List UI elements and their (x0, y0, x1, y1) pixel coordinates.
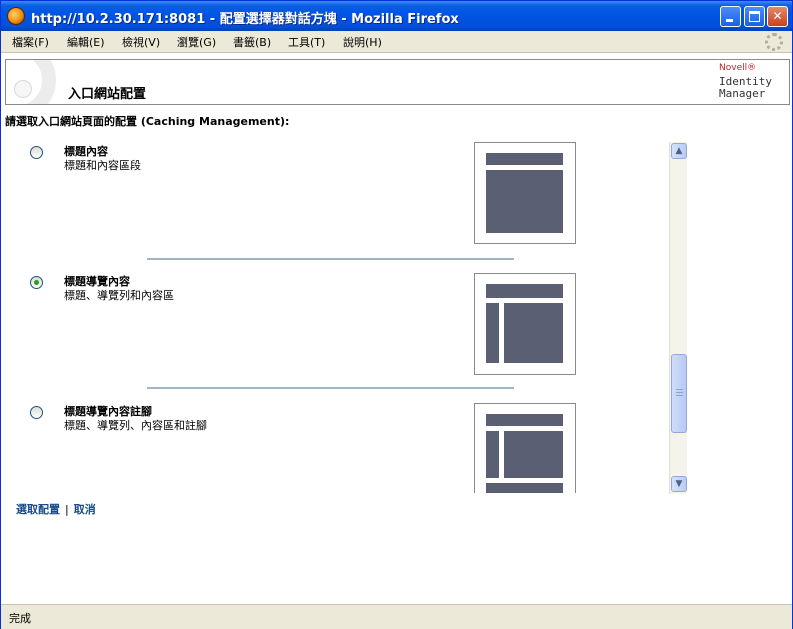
radio-selected-dot (34, 280, 39, 285)
layout-radio-header-nav-content[interactable] (30, 276, 43, 289)
close-button[interactable]: ✕ (767, 6, 788, 27)
menu-bar: 檔案(F) 編輯(E) 檢視(V) 瀏覽(G) 書籤(B) 工具(T) 說明(H… (1, 31, 792, 53)
option-description: 標題、導覽列和內容區 (64, 289, 174, 302)
status-bar: 完成 (1, 604, 792, 629)
menu-file[interactable]: 檔案(F) (12, 34, 49, 50)
grip-line (676, 395, 683, 396)
link-separator: | (65, 503, 69, 516)
preview-content-block (486, 170, 563, 233)
throbber-icon (765, 33, 783, 51)
menu-go[interactable]: 瀏覽(G) (177, 34, 216, 50)
scrollbar-thumb[interactable] (671, 354, 687, 433)
select-layout-link[interactable]: 選取配置 (16, 503, 60, 516)
chevron-up-icon: ▲ (675, 146, 683, 156)
menu-edit[interactable]: 編輯(E) (67, 34, 105, 50)
action-links: 選取配置 | 取消 (16, 501, 96, 517)
option-description: 標題、導覽列、內容區和註腳 (64, 419, 207, 432)
grip-line (676, 392, 683, 393)
preview-header-block (486, 284, 563, 298)
preview-footer-block (486, 483, 563, 493)
portal-header: 入口網站配置 Novell® Identity Manager (5, 59, 790, 105)
scroll-up-button[interactable]: ▲ (671, 143, 687, 159)
browser-window: http://10.2.30.171:8081 - 配置選擇器對話方塊 - Mo… (0, 0, 793, 629)
option-separator (147, 387, 514, 389)
minimize-button[interactable] (720, 6, 741, 27)
option-separator (147, 258, 514, 260)
layout-radio-header-content[interactable] (30, 146, 43, 159)
gear-small-icon (14, 80, 32, 98)
page-title: 入口網站配置 (68, 87, 147, 102)
preview-content-block (504, 303, 563, 363)
layout-option: 標題內容 標題和內容區段 (1, 141, 671, 256)
layout-option: 標題導覽內容註腳 標題、導覽列、內容區和註腳 (1, 401, 671, 493)
gear-watermark-icon (6, 60, 56, 104)
scroll-down-button[interactable]: ▼ (671, 476, 687, 492)
layout-radio-header-nav-content-footer[interactable] (30, 406, 43, 419)
layout-preview-header-content[interactable] (474, 142, 576, 244)
preview-content-block (504, 431, 563, 478)
option-description: 標題和內容區段 (64, 159, 141, 172)
preview-header-block (486, 153, 563, 165)
firefox-icon (7, 7, 25, 25)
preview-header-block (486, 414, 563, 426)
preview-nav-block (486, 431, 499, 478)
options-scrollbar[interactable]: ▲ ▼ (669, 142, 687, 494)
close-icon: ✕ (772, 9, 783, 23)
layout-preview-header-nav-content-footer[interactable] (474, 403, 576, 493)
menu-bookmarks[interactable]: 書籤(B) (233, 34, 271, 50)
layout-options-list: 標題內容 標題和內容區段 標題導覽內容 標題、導覽列和內容區 標題導覽內容註腳 … (1, 141, 691, 493)
window-title: http://10.2.30.171:8081 - 配置選擇器對話方塊 - Mo… (31, 12, 459, 27)
cancel-link[interactable]: 取消 (74, 503, 96, 516)
product-name-line2: Manager (719, 87, 766, 100)
menu-view[interactable]: 檢視(V) (122, 34, 160, 50)
layout-prompt: 請選取入口網站頁面的配置 (Caching Management): (5, 115, 290, 128)
maximize-button[interactable] (744, 6, 765, 27)
layout-preview-header-nav-content[interactable] (474, 273, 576, 375)
grip-line (676, 389, 683, 390)
layout-option: 標題導覽內容 標題、導覽列和內容區 (1, 271, 671, 386)
status-text: 完成 (9, 612, 31, 625)
minimize-icon (726, 19, 733, 22)
menu-tools[interactable]: 工具(T) (288, 34, 325, 50)
menu-help[interactable]: 說明(H) (343, 34, 382, 50)
preview-nav-block (486, 303, 499, 363)
chevron-down-icon: ▼ (675, 479, 683, 489)
title-bar[interactable]: http://10.2.30.171:8081 - 配置選擇器對話方塊 - Mo… (1, 1, 792, 31)
maximize-icon (749, 11, 760, 22)
novell-logo: Novell® (719, 63, 757, 73)
